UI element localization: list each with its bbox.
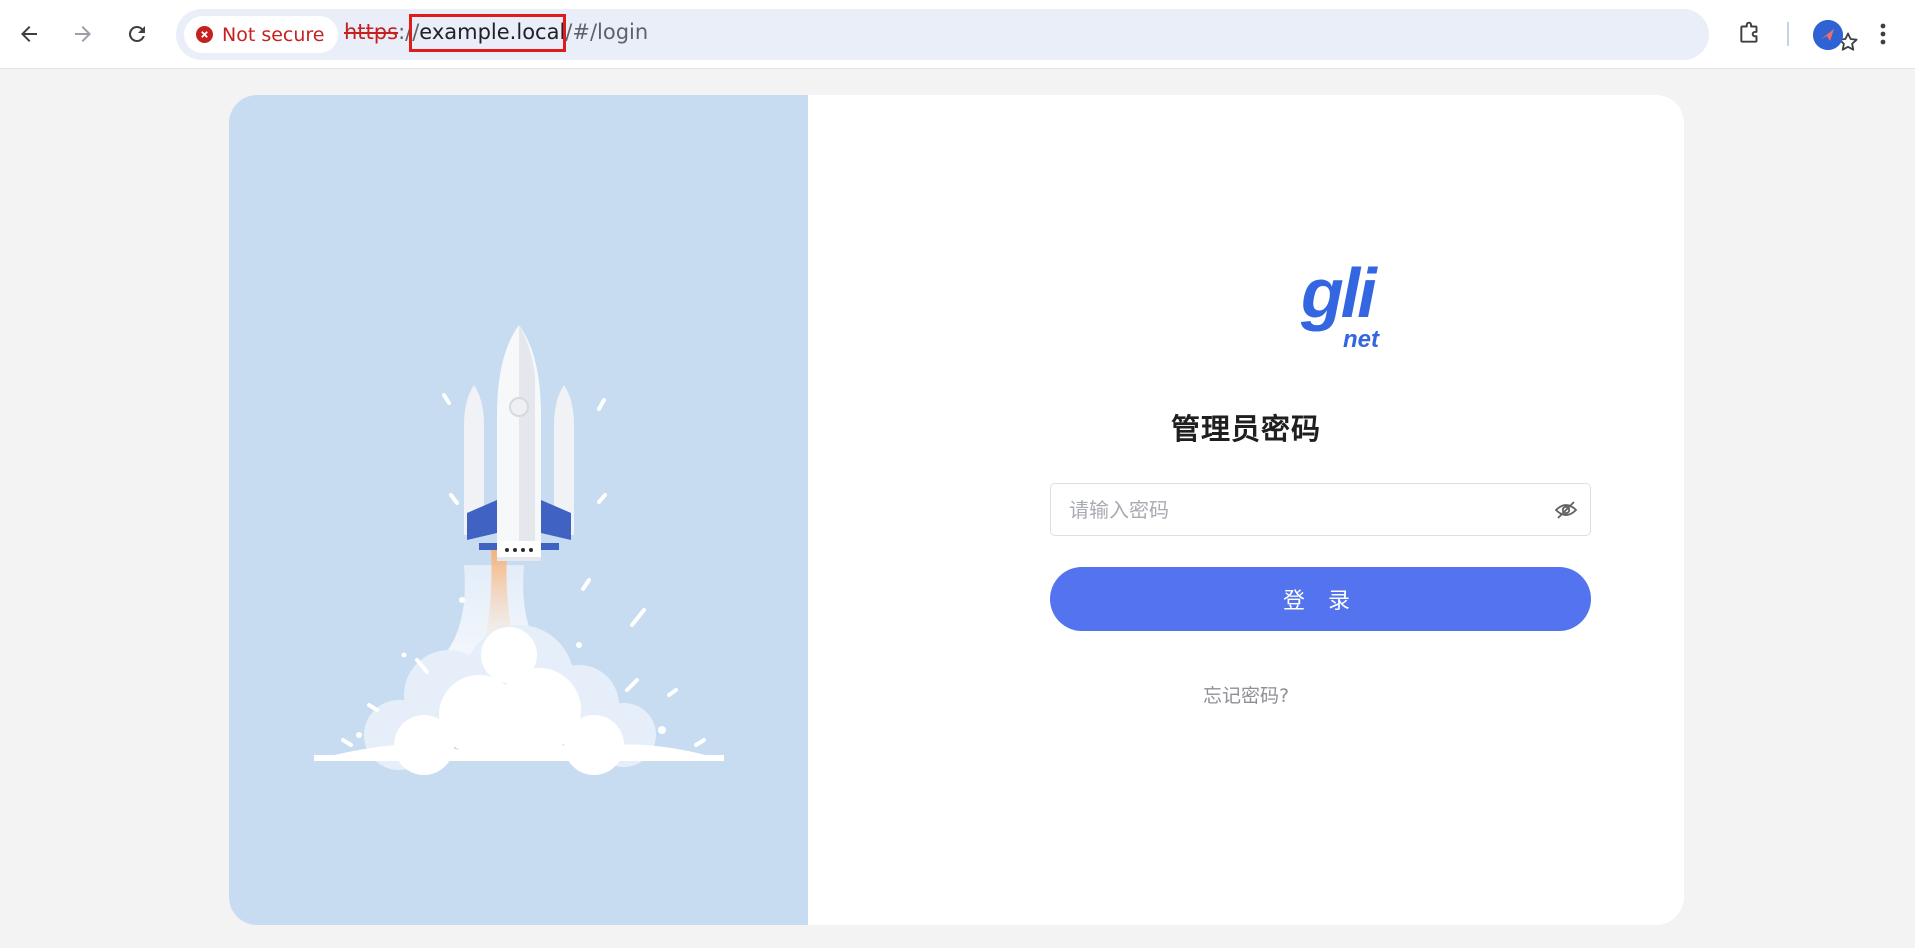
login-card: gli net 管理员密码 登 录 忘记密码? [229,95,1684,925]
login-form-panel: gli net 管理员密码 登 录 忘记密码? [808,95,1684,925]
extensions-button[interactable] [1732,15,1768,51]
reload-button[interactable] [117,14,157,54]
forward-arrow-icon [75,26,91,42]
browser-toolbar: Not secure https://example.local/#/login [0,0,1915,69]
eye-off-icon[interactable] [1554,498,1578,522]
forward-button[interactable] [63,14,103,54]
svg-text:net: net [1343,326,1380,353]
password-input[interactable] [1051,484,1541,535]
form-title: 管理员密码 [1170,412,1321,446]
address-bar[interactable]: Not secure https://example.local/#/login [176,9,1858,60]
svg-text:gli: gli [1301,255,1378,332]
toolbar-divider [1787,22,1789,46]
password-field[interactable] [1050,483,1591,536]
brand-logo: gli net [1301,255,1381,353]
url-path: /#/login [565,20,649,44]
security-chip[interactable]: Not secure [184,16,338,53]
back-arrow-icon [21,26,37,42]
login-button[interactable]: 登 录 [1050,567,1591,631]
url-highlight-box [409,14,566,52]
security-label: Not secure [222,23,325,46]
not-secure-icon [196,26,213,43]
url-scheme: https [344,20,399,44]
puzzle-icon [1740,21,1758,43]
kebab-menu-icon [1880,23,1886,45]
illustration-panel [229,95,808,925]
reload-icon [128,25,145,42]
forgot-password-link[interactable]: 忘记密码? [808,681,1684,708]
profile-avatar[interactable] [1813,20,1843,50]
browser-menu-button[interactable] [1870,15,1896,53]
rocket-launch-illustration [314,325,724,775]
back-button[interactable] [9,14,49,54]
profile-image [1813,20,1843,50]
